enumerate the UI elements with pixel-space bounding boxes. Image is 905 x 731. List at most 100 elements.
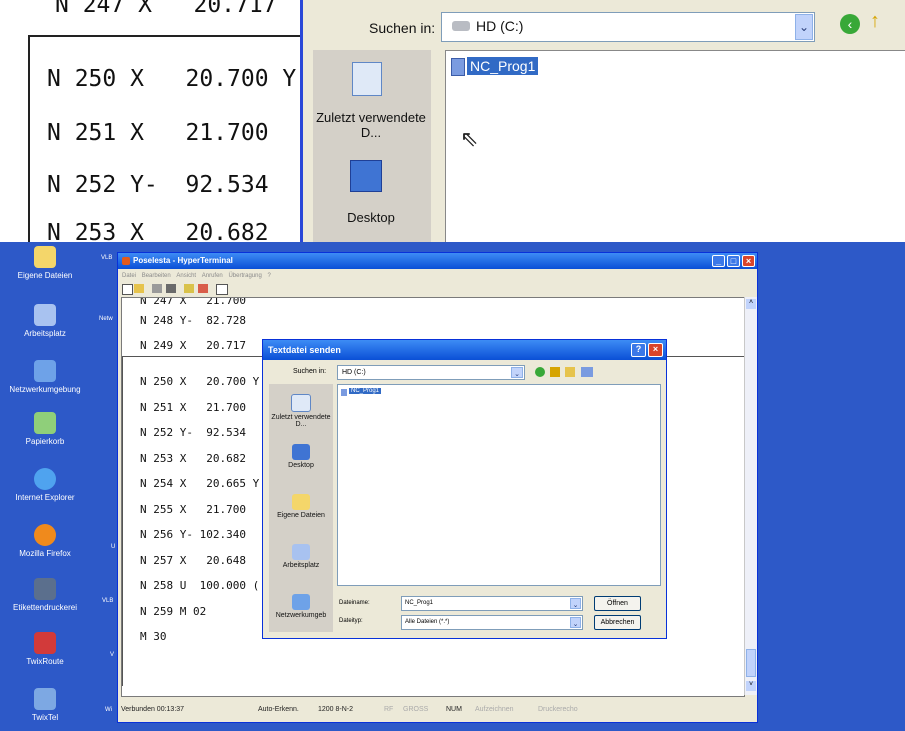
- desktop-side-label: VLB: [102, 598, 114, 604]
- status-gross: GROSS: [403, 706, 429, 713]
- desktop-icon-etikettendruckerei[interactable]: Etikettendruckerei: [3, 578, 87, 612]
- menu-ansicht[interactable]: Ansicht: [176, 273, 196, 279]
- status-connected: Verbunden 00:13:37: [121, 706, 185, 713]
- terminal-line: M 30: [140, 630, 167, 643]
- status-printer: Druckerecho: [538, 706, 578, 713]
- back-icon[interactable]: [535, 367, 545, 377]
- chevron-down-icon[interactable]: ⌄: [570, 598, 581, 609]
- terminal-line: N 251 X 21.700: [140, 401, 246, 414]
- close-icon[interactable]: ×: [742, 255, 755, 267]
- search-in-label: Suchen in:: [293, 368, 327, 375]
- file-item[interactable]: NC_Prog1: [349, 388, 382, 394]
- menu-bar: Datei Bearbeiten Ansicht Anrufen Übertra…: [118, 270, 757, 282]
- new-icon[interactable]: [122, 284, 133, 295]
- back-icon[interactable]: ‹: [840, 14, 860, 34]
- desktop-icon-papierkorb[interactable]: Papierkorb: [3, 412, 87, 446]
- desktop-icon-internet-explorer[interactable]: Internet Explorer: [3, 468, 87, 502]
- zoom-place-recent[interactable]: Zuletzt verwendete D...: [315, 110, 427, 140]
- hangup-icon[interactable]: [166, 284, 176, 293]
- desktop-icon-eigene-dateien[interactable]: Eigene Dateien: [3, 246, 87, 280]
- desktop-icon-netzwerk[interactable]: Netzwerkumgebung: [3, 360, 87, 394]
- zoom-place-desktop[interactable]: Desktop: [315, 210, 427, 225]
- status-autodetect: Auto-Erkenn.: [258, 706, 299, 713]
- status-baud: 1200 8-N-2: [318, 706, 354, 713]
- filetype-label: Dateityp:: [339, 618, 363, 624]
- zoom-drive-combo[interactable]: HD (C:) ⌄: [441, 12, 815, 42]
- chevron-down-icon[interactable]: ⌄: [570, 617, 581, 628]
- filename-field[interactable]: NC_Prog1 ⌄: [401, 596, 583, 611]
- view-menu-icon[interactable]: [581, 367, 593, 377]
- chevron-down-icon[interactable]: ⌄: [795, 14, 813, 40]
- dialog-title: Textdatei senden: [268, 345, 341, 355]
- drive-value: HD (C:): [342, 369, 366, 376]
- zoom-search-in-label: Suchen in:: [369, 20, 436, 36]
- new-folder-icon[interactable]: [565, 367, 575, 377]
- terminal-line: N 248 Y- 82.728: [140, 314, 246, 327]
- terminal-line: N 259 M 02: [140, 605, 207, 618]
- place-desktop[interactable]: Desktop: [269, 444, 333, 469]
- terminal-line: N 253 X 20.682: [140, 452, 246, 465]
- minimize-icon[interactable]: _: [712, 255, 725, 267]
- file-icon: [341, 389, 347, 396]
- open-icon[interactable]: [134, 284, 144, 293]
- vertical-scrollbar[interactable]: ˄ ˅: [744, 297, 757, 695]
- help-icon[interactable]: ?: [631, 343, 646, 357]
- status-record: Aufzeichnen: [475, 706, 514, 713]
- close-icon[interactable]: ×: [648, 343, 663, 357]
- recent-docs-icon[interactable]: [352, 62, 382, 96]
- scroll-thumb[interactable]: [746, 649, 756, 677]
- place-my-documents[interactable]: Eigene Dateien: [269, 494, 333, 519]
- folder-up-icon[interactable]: [550, 367, 560, 377]
- receive-icon[interactable]: [198, 284, 208, 293]
- filename-label: Dateiname:: [339, 600, 370, 606]
- desktop-side-label: V: [110, 652, 115, 658]
- terminal-line: N 250 X 20.700 Y: [140, 375, 260, 388]
- desktop-icon-twixtel[interactable]: TwixTel: [3, 688, 87, 722]
- window-title: Poselesta - HyperTerminal: [133, 256, 233, 265]
- place-my-computer[interactable]: Arbeitsplatz: [269, 544, 333, 569]
- send-textfile-dialog: Textdatei senden ? × Suchen in: HD (C:) …: [262, 339, 667, 639]
- scroll-up-icon[interactable]: ˄: [746, 299, 756, 309]
- file-icon: [451, 58, 465, 76]
- hyperterminal-titlebar[interactable]: Poselesta - HyperTerminal _ □ ×: [118, 253, 757, 269]
- terminal-line: N 257 X 20.648: [140, 554, 246, 567]
- menu-bearbeiten[interactable]: Bearbeiten: [142, 273, 171, 279]
- cursor-icon: ⇖: [460, 126, 479, 151]
- terminal-line: N 249 X 20.717: [140, 339, 246, 352]
- desktop-side-label: Netw: [99, 316, 113, 322]
- folder-up-icon[interactable]: ↑: [870, 10, 892, 34]
- terminal-line: N 252 Y- 92.534: [140, 426, 246, 439]
- place-recent[interactable]: Zuletzt verwendete D...: [269, 394, 333, 428]
- zoom-line: N 253 X 20.682: [47, 220, 269, 242]
- call-icon[interactable]: [152, 284, 162, 293]
- terminal-line: N 254 X 20.665 Y: [140, 477, 260, 490]
- send-icon[interactable]: [184, 284, 194, 293]
- desktop-icon-twixroute[interactable]: TwixRoute: [3, 632, 87, 666]
- zoom-terminal: N 247 X 20.717 N 250 X 20.700 Y N 251 X …: [0, 0, 303, 242]
- menu-help[interactable]: ?: [267, 273, 270, 279]
- desktop-icon[interactable]: [350, 160, 382, 192]
- menu-datei[interactable]: Datei: [122, 273, 136, 279]
- cancel-button[interactable]: Abbrechen: [594, 615, 641, 630]
- file-list[interactable]: NC_Prog1: [337, 384, 661, 586]
- filetype-combo[interactable]: Alle Dateien (*.*) ⌄: [401, 615, 583, 630]
- menu-anrufen[interactable]: Anrufen: [202, 273, 223, 279]
- properties-icon[interactable]: [216, 284, 228, 295]
- terminal-line: N 256 Y- 102.340: [140, 528, 246, 541]
- drive-combo[interactable]: HD (C:) ⌄: [337, 365, 525, 380]
- maximize-icon[interactable]: □: [727, 255, 740, 267]
- terminal-line: N 255 X 21.700: [140, 503, 246, 516]
- places-bar: Zuletzt verwendete D... Desktop Eigene D…: [269, 384, 333, 632]
- desktop-icon-arbeitsplatz[interactable]: Arbeitsplatz: [3, 304, 87, 338]
- dialog-titlebar[interactable]: Textdatei senden ? ×: [263, 340, 666, 360]
- toolbar: [118, 282, 757, 296]
- zoom-file-item[interactable]: NC_Prog1: [467, 57, 539, 75]
- chevron-down-icon[interactable]: ⌄: [511, 367, 523, 378]
- place-network[interactable]: Netzwerkumgeb: [269, 594, 333, 619]
- open-button[interactable]: Öffnen: [594, 596, 641, 611]
- scroll-down-icon[interactable]: ˅: [746, 681, 756, 691]
- desktop-icon-firefox[interactable]: Mozilla Firefox: [3, 524, 87, 558]
- zoom-line: N 252 Y- 92.534: [47, 172, 269, 198]
- menu-uebertragung[interactable]: Übertragung: [228, 273, 261, 279]
- zoom-drive-value: HD (C:): [476, 18, 524, 34]
